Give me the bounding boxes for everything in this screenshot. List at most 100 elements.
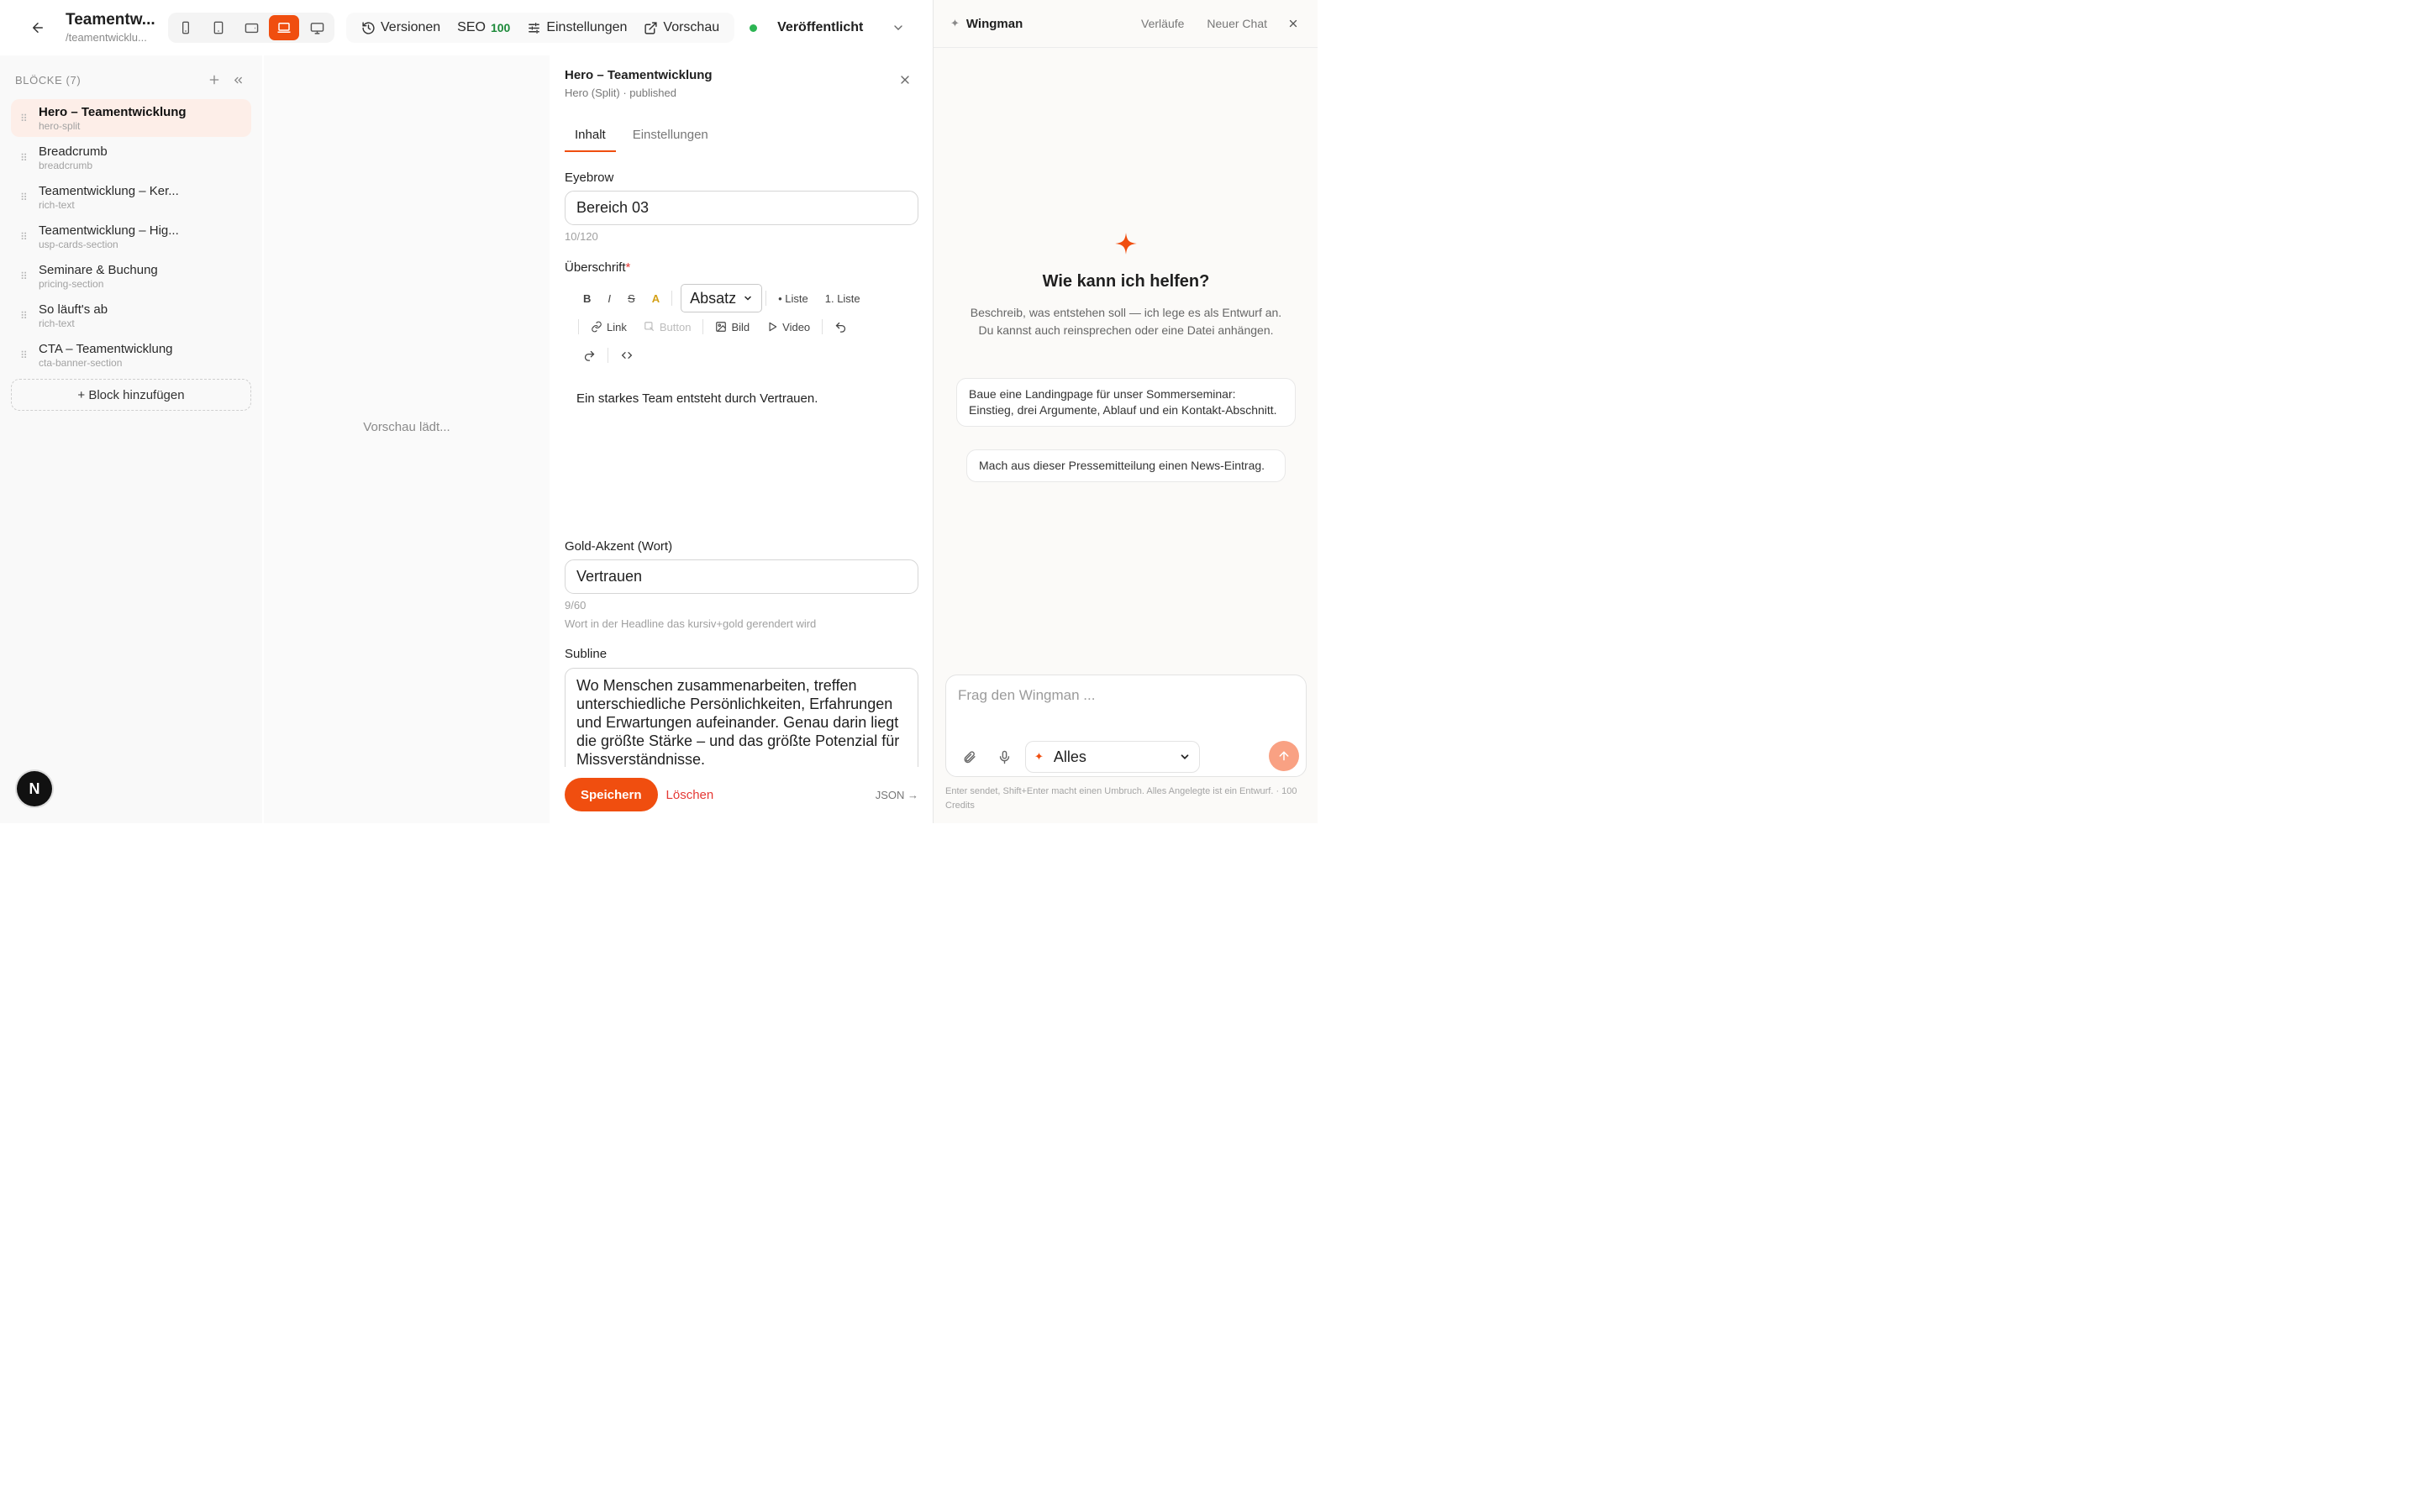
close-icon: [901, 76, 909, 84]
tab-settings[interactable]: Einstellungen: [623, 126, 718, 152]
eyebrow-char-counter: 10/120: [565, 230, 598, 243]
paragraph-format-select[interactable]: Absatz: [681, 284, 763, 312]
subline-label: Subline: [565, 647, 608, 661]
bold-button[interactable]: B: [575, 286, 599, 311]
insert-button-button[interactable]: Button: [635, 314, 700, 339]
editor-subtitle: Hero (Split) · published: [565, 87, 676, 99]
redo-icon: [584, 350, 595, 361]
insert-image-button[interactable]: Bild: [707, 314, 758, 339]
required-mark: *: [625, 260, 631, 275]
text-color-button[interactable]: A: [644, 286, 668, 311]
strikethrough-button[interactable]: S: [619, 286, 644, 311]
toolbar-divider: [578, 319, 579, 334]
suggestion-chip[interactable]: Baue eine Landingpage für unser Sommerse…: [956, 378, 1296, 427]
editor-header: Hero – Teamentwicklung Hero (Split) · pu…: [565, 67, 713, 102]
page-settings-button[interactable]: Einstellungen: [518, 13, 635, 43]
sparkle-star-icon: [1115, 233, 1137, 255]
bullet-list-button[interactable]: • Liste: [770, 286, 817, 311]
block-item[interactable]: ⠿ So läuft's ab rich-text: [11, 297, 251, 334]
close-editor-button[interactable]: [896, 71, 914, 89]
gold-accent-input[interactable]: Vertrauen: [565, 559, 918, 594]
block-name: Hero – Teamentwicklung: [39, 104, 187, 119]
drag-handle-icon[interactable]: ⠿: [20, 271, 29, 281]
block-type: hero-split: [39, 119, 81, 132]
block-item[interactable]: ⠿ Teamentwicklung – Hig... usp-cards-sec…: [11, 218, 251, 255]
drag-handle-icon[interactable]: ⠿: [20, 192, 29, 202]
block-type: pricing-section: [39, 277, 104, 290]
ordered-list-button[interactable]: 1. Liste: [817, 286, 869, 311]
send-button[interactable]: [1269, 741, 1299, 771]
image-icon: [716, 322, 727, 332]
composer-hint: Enter sendet, Shift+Enter macht einen Um…: [945, 786, 1297, 811]
redo-button[interactable]: [575, 343, 604, 368]
scope-value: Alles: [1053, 748, 1086, 765]
source-code-button[interactable]: [612, 343, 642, 368]
drag-handle-icon[interactable]: ⠿: [20, 153, 29, 163]
block-item[interactable]: ⠿ Teamentwicklung – Ker... rich-text: [11, 178, 251, 216]
block-text: Seminare & Buchung pricing-section: [39, 263, 158, 290]
block-text: Hero – Teamentwicklung hero-split: [39, 105, 187, 132]
tab-content[interactable]: Inhalt: [565, 126, 616, 152]
status-dropdown-button[interactable]: [892, 21, 905, 34]
device-mobile-button[interactable]: [171, 15, 201, 40]
delete-button[interactable]: Löschen: [666, 788, 714, 802]
new-chat-button[interactable]: Neuer Chat: [1207, 17, 1267, 30]
external-link-icon: [644, 21, 657, 34]
drag-handle-icon[interactable]: ⠿: [20, 311, 29, 321]
device-desktop-button[interactable]: [302, 15, 332, 40]
headline-editor-content[interactable]: Ein starkes Team entsteht durch Vertraue…: [576, 391, 818, 406]
block-item[interactable]: ⠿ Seminare & Buchung pricing-section: [11, 257, 251, 295]
seo-label: SEO: [457, 20, 486, 34]
attach-button[interactable]: [960, 748, 978, 766]
toolbar-divider: [702, 319, 704, 334]
chat-input[interactable]: Frag den Wingman ...: [958, 687, 1095, 704]
wingman-title: Wingman: [965, 16, 1023, 31]
versions-button[interactable]: Versionen: [353, 13, 449, 43]
publish-status[interactable]: Veröffentlicht: [777, 20, 863, 35]
close-wingman-button[interactable]: [1287, 18, 1299, 29]
device-tablet-landscape-button[interactable]: [236, 15, 266, 40]
subline-textarea[interactable]: Wo Menschen zusammenarbeiten, treffen un…: [565, 668, 918, 767]
device-tablet-portrait-button[interactable]: [203, 15, 234, 40]
tablet-landscape-icon: [245, 23, 258, 33]
drag-handle-icon[interactable]: ⠿: [20, 113, 29, 123]
sparkle-icon: ✦: [1034, 750, 1044, 763]
block-item[interactable]: ⠿ Breadcrumb breadcrumb: [11, 139, 251, 176]
page-meta: Teamentw... /teamentwicklu...: [66, 10, 158, 45]
add-block-button[interactable]: + Block hinzufügen: [11, 379, 251, 411]
json-view-link[interactable]: JSON →: [876, 789, 918, 801]
toolbar-divider: [765, 291, 767, 306]
chevron-down-icon: [744, 296, 751, 301]
rich-text-toolbar: B I S A Absatz • Liste 1. Liste Link But…: [575, 284, 911, 370]
chevron-down-icon: [894, 25, 903, 30]
block-name: Teamentwicklung – Hig...: [39, 223, 179, 238]
block-type: rich-text: [39, 317, 75, 329]
undo-icon: [835, 322, 846, 333]
undo-button[interactable]: [826, 314, 855, 339]
user-avatar[interactable]: N: [17, 771, 52, 806]
drag-handle-icon[interactable]: ⠿: [20, 350, 29, 360]
eyebrow-input[interactable]: Bereich 03: [565, 191, 918, 225]
block-item[interactable]: ⠿ CTA – Teamentwicklung cta-banner-secti…: [11, 336, 251, 374]
drag-handle-icon[interactable]: ⠿: [20, 232, 29, 242]
add-block-icon-button[interactable]: [205, 71, 224, 89]
save-button[interactable]: Speichern: [565, 778, 658, 811]
seo-button[interactable]: SEO 100: [449, 13, 518, 43]
block-item[interactable]: ⠿ Hero – Teamentwicklung hero-split: [11, 99, 251, 137]
page-tools: Versionen SEO 100 Einstellungen Vorschau: [346, 13, 735, 43]
play-icon: [769, 322, 777, 332]
scope-select[interactable]: ✦ Alles: [1025, 741, 1200, 773]
insert-video-button[interactable]: Video: [758, 314, 818, 339]
history-button[interactable]: Verläufe: [1141, 17, 1184, 30]
voice-input-button[interactable]: [995, 748, 1013, 766]
blocks-header: BLÖCKE (7): [0, 55, 262, 87]
suggestion-chip[interactable]: Mach aus dieser Pressemitteilung einen N…: [966, 449, 1286, 482]
block-editor: Hero – Teamentwicklung Hero (Split) · pu…: [550, 55, 933, 823]
italic-button[interactable]: I: [599, 286, 619, 311]
collapse-sidebar-button[interactable]: [229, 71, 247, 89]
device-laptop-button[interactable]: [269, 15, 299, 40]
link-button[interactable]: Link: [582, 314, 635, 339]
back-button[interactable]: [24, 13, 52, 42]
code-icon: [621, 352, 633, 359]
open-preview-button[interactable]: Vorschau: [635, 13, 728, 43]
